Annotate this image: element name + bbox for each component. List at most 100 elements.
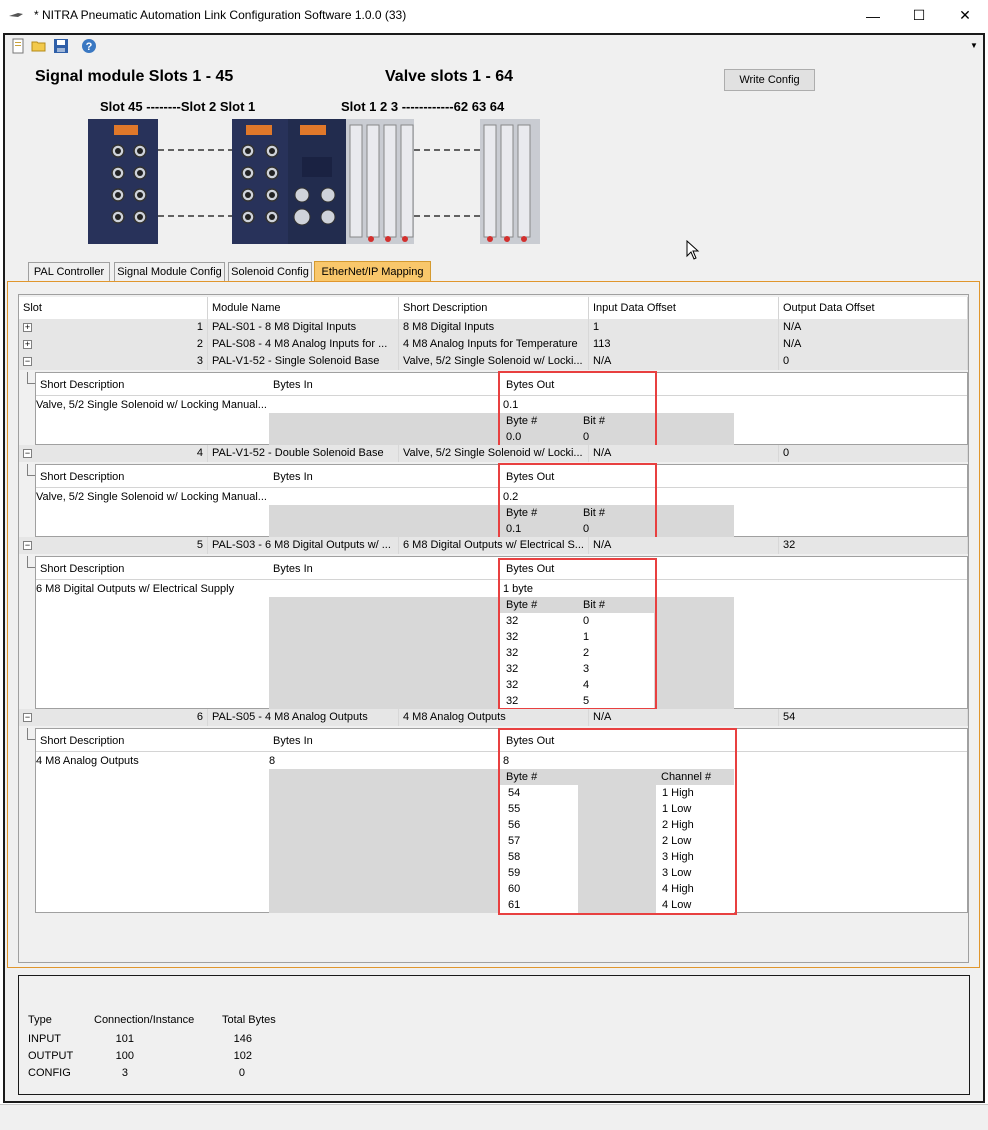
table-row[interactable]: − 3 PAL-V1-52 - Single Solenoid Base Val… bbox=[19, 353, 968, 370]
bytes-in-header: Bytes In bbox=[273, 735, 313, 747]
output-offset-cell: 32 bbox=[779, 537, 968, 554]
input-offset-cell: N/A bbox=[589, 709, 779, 726]
table-row[interactable]: − 5 PAL-S03 - 6 M8 Digital Outputs w/ ..… bbox=[19, 537, 968, 554]
short-description-header: Short Description bbox=[40, 471, 125, 483]
title-bar: * NITRA Pneumatic Automation Link Config… bbox=[0, 0, 988, 31]
tree-connector bbox=[27, 556, 35, 568]
input-offset-cell: N/A bbox=[589, 445, 779, 462]
svg-text:?: ? bbox=[86, 41, 93, 53]
summary-instance: 100 bbox=[115, 1050, 134, 1062]
tree-connector bbox=[27, 372, 35, 384]
summary-total-bytes: 146 bbox=[233, 1033, 252, 1045]
slot-cell: 6 bbox=[33, 709, 208, 726]
bytes-in-header: Bytes In bbox=[273, 563, 313, 575]
column-header-module-name[interactable]: Module Name bbox=[208, 297, 399, 319]
status-strip bbox=[0, 1104, 988, 1130]
tab-ethernet-ip-mapping[interactable]: EtherNet/IP Mapping bbox=[314, 261, 431, 282]
valve-slots-heading: Valve slots 1 - 64 bbox=[385, 68, 514, 85]
module-name-cell: PAL-V1-52 - Double Solenoid Base bbox=[208, 445, 399, 462]
short-description-cell: 6 M8 Digital Outputs w/ Electrical S... bbox=[399, 537, 589, 554]
short-description-value: Valve, 5/2 Single Solenoid w/ Locking Ma… bbox=[36, 399, 267, 411]
short-description-value: 6 M8 Digital Outputs w/ Electrical Suppl… bbox=[36, 583, 235, 595]
summary-total-bytes: 102 bbox=[233, 1050, 252, 1062]
short-description-header: Short Description bbox=[40, 735, 125, 747]
help-icon[interactable]: ? bbox=[81, 38, 97, 54]
input-offset-cell: N/A bbox=[589, 537, 779, 554]
summary-type: CONFIG bbox=[28, 1067, 71, 1079]
short-description-cell: 4 M8 Analog Outputs bbox=[399, 709, 589, 726]
slot-cell: 2 bbox=[33, 336, 208, 353]
minimize-button[interactable]: — bbox=[850, 0, 896, 31]
summary-header-type: Type bbox=[28, 1014, 52, 1026]
output-offset-cell: N/A bbox=[779, 319, 968, 336]
maximize-button[interactable]: ☐ bbox=[896, 0, 942, 31]
window-title: * NITRA Pneumatic Automation Link Config… bbox=[34, 8, 407, 22]
connection-summary: Type Connection/Instance Total Bytes INP… bbox=[18, 975, 970, 1095]
module-name-cell: PAL-S01 - 8 M8 Digital Inputs bbox=[208, 319, 399, 336]
tab-solenoid-config[interactable]: Solenoid Config bbox=[228, 262, 312, 281]
device-illustration bbox=[88, 119, 540, 244]
bytes-in-header: Bytes In bbox=[273, 379, 313, 391]
table-row[interactable]: − 6 PAL-S05 - 4 M8 Analog Outputs 4 M8 A… bbox=[19, 709, 968, 726]
highlight-box bbox=[498, 463, 657, 539]
short-description-header: Short Description bbox=[40, 563, 125, 575]
short-description-cell: 4 M8 Analog Inputs for Temperature bbox=[399, 336, 589, 353]
tab-pal-controller[interactable]: PAL Controller bbox=[28, 262, 110, 281]
table-row[interactable]: − 4 PAL-V1-52 - Double Solenoid Base Val… bbox=[19, 445, 968, 462]
input-offset-cell: N/A bbox=[589, 353, 779, 370]
highlight-box bbox=[498, 371, 657, 447]
expand-icon[interactable]: + bbox=[23, 323, 32, 332]
output-offset-cell: N/A bbox=[779, 336, 968, 353]
summary-total-bytes: 0 bbox=[238, 1067, 245, 1079]
module-name-cell: PAL-V1-52 - Single Solenoid Base bbox=[208, 353, 399, 370]
tree-connector bbox=[27, 728, 35, 740]
cursor-icon bbox=[686, 240, 700, 260]
module-name-cell: PAL-S03 - 6 M8 Digital Outputs w/ ... bbox=[208, 537, 399, 554]
write-config-button[interactable]: Write Config bbox=[724, 69, 815, 91]
new-file-icon[interactable] bbox=[10, 38, 26, 54]
short-description-header: Short Description bbox=[40, 379, 125, 391]
summary-instance: 101 bbox=[115, 1033, 134, 1045]
tab-signal-module-config[interactable]: Signal Module Config bbox=[114, 262, 225, 281]
table-row[interactable]: + 2 PAL-S08 - 4 M8 Analog Inputs for ...… bbox=[19, 336, 968, 353]
signal-module-heading: Signal module Slots 1 - 45 bbox=[35, 68, 234, 85]
column-header-slot[interactable]: Slot bbox=[19, 297, 208, 319]
slot-cell: 1 bbox=[33, 319, 208, 336]
short-description-cell: Valve, 5/2 Single Solenoid w/ Locki... bbox=[399, 445, 589, 462]
short-description-value: 4 M8 Analog Outputs bbox=[36, 755, 139, 767]
summary-header-instance: Connection/Instance bbox=[94, 1014, 195, 1026]
toolbar-overflow-icon[interactable]: ▼ bbox=[970, 41, 978, 50]
close-button[interactable]: ✕ bbox=[942, 0, 988, 31]
summary-type: INPUT bbox=[28, 1033, 61, 1045]
app-icon bbox=[9, 13, 23, 17]
collapse-icon[interactable]: − bbox=[23, 541, 32, 550]
module-name-cell: PAL-S05 - 4 M8 Analog Outputs bbox=[208, 709, 399, 726]
tree-connector bbox=[27, 464, 35, 476]
collapse-icon[interactable]: − bbox=[23, 713, 32, 722]
output-offset-cell: 54 bbox=[779, 709, 968, 726]
table-row[interactable]: + 1 PAL-S01 - 8 M8 Digital Inputs 8 M8 D… bbox=[19, 319, 968, 336]
column-header-input-offset[interactable]: Input Data Offset bbox=[589, 297, 779, 319]
collapse-icon[interactable]: − bbox=[23, 449, 32, 458]
summary-type: OUTPUT bbox=[28, 1050, 74, 1062]
column-header-output-offset[interactable]: Output Data Offset bbox=[779, 297, 968, 319]
highlight-box bbox=[498, 558, 657, 710]
valve-slot-labels: Slot 1 2 3 ------------62 63 64 bbox=[341, 99, 505, 114]
output-offset-cell: 0 bbox=[779, 445, 968, 462]
highlight-box bbox=[498, 728, 737, 915]
bytes-in-value: 8 bbox=[269, 755, 276, 767]
short-description-cell: 8 M8 Digital Inputs bbox=[399, 319, 589, 336]
slot-cell: 3 bbox=[33, 353, 208, 370]
collapse-icon[interactable]: − bbox=[23, 357, 32, 366]
signal-slot-labels: Slot 45 --------Slot 2 Slot 1 bbox=[100, 99, 256, 114]
module-name-cell: PAL-S08 - 4 M8 Analog Inputs for ... bbox=[208, 336, 399, 353]
summary-instance: 3 bbox=[121, 1067, 128, 1079]
short-description-cell: Valve, 5/2 Single Solenoid w/ Locki... bbox=[399, 353, 589, 370]
slot-cell: 5 bbox=[33, 537, 208, 554]
column-header-short-description[interactable]: Short Description bbox=[399, 297, 589, 319]
save-icon[interactable] bbox=[53, 38, 69, 54]
expand-icon[interactable]: + bbox=[23, 340, 32, 349]
open-folder-icon[interactable] bbox=[31, 38, 47, 54]
summary-header-total-bytes: Total Bytes bbox=[222, 1014, 276, 1026]
slot-cell: 4 bbox=[33, 445, 208, 462]
